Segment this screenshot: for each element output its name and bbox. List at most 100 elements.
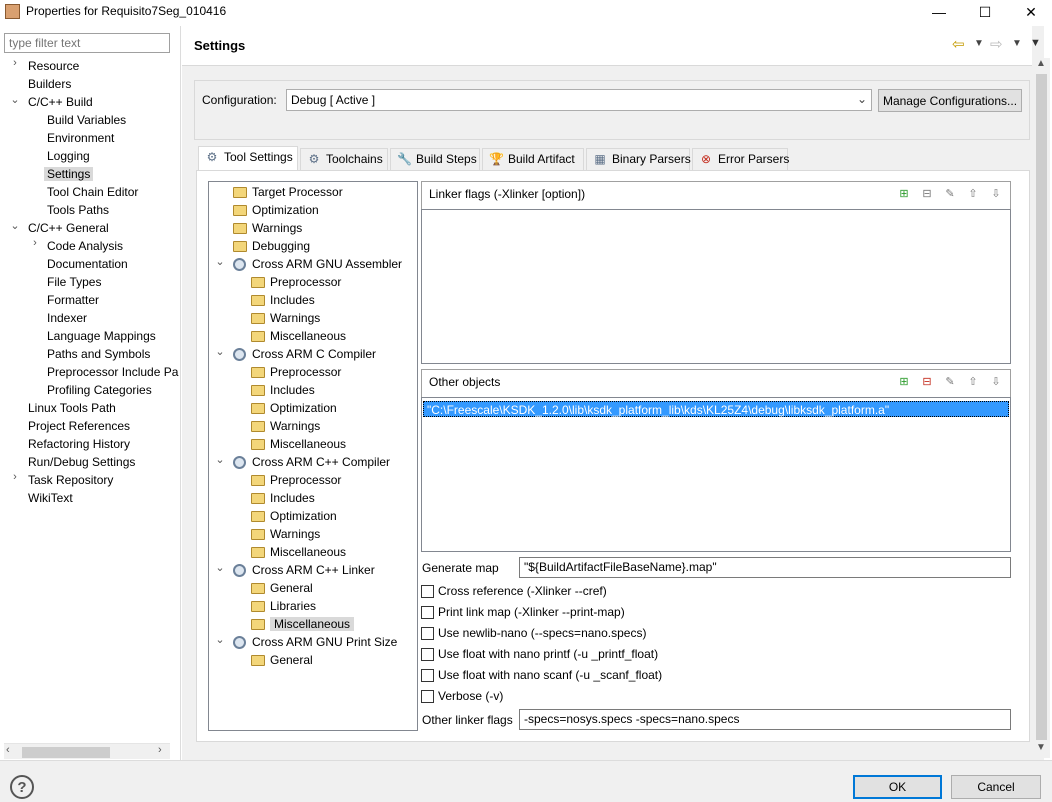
view-menu-icon[interactable]: ▼: [1030, 37, 1041, 49]
tree-item-includes[interactable]: Includes: [251, 381, 315, 399]
tree-item-includes[interactable]: Includes: [251, 291, 315, 309]
nav-item-indexer[interactable]: Indexer: [47, 309, 87, 327]
tab-error-parsers[interactable]: ⊗ Error Parsers: [692, 148, 789, 170]
forward-dropdown-icon[interactable]: ▼: [1012, 38, 1022, 49]
back-dropdown-icon[interactable]: ▼: [974, 38, 984, 49]
tree-item-cross-arm-c-compiler[interactable]: Cross ARM C Compiler: [233, 345, 376, 363]
chevron-down-icon[interactable]: ⌄: [215, 345, 225, 363]
tree-item-preprocessor[interactable]: Preprocessor: [251, 273, 341, 291]
tree-item-optimization[interactable]: Optimization: [233, 201, 319, 219]
tree-item-warnings[interactable]: Warnings: [251, 309, 320, 327]
nav-item-code-analysis[interactable]: Code Analysis: [47, 237, 123, 255]
nav-item-settings[interactable]: Settings: [44, 165, 94, 183]
tab-build-steps[interactable]: 🔧 Build Steps: [390, 148, 480, 170]
tree-item-warnings[interactable]: Warnings: [251, 525, 320, 543]
tree-item-cross-arm-c-linker[interactable]: Cross ARM C++ Linker: [233, 561, 375, 579]
maximize-button[interactable]: ☐: [962, 0, 1008, 24]
tree-item-preprocessor[interactable]: Preprocessor: [251, 363, 341, 381]
chevron-right-icon[interactable]: ›: [10, 57, 20, 75]
configuration-select[interactable]: Debug [ Active ] ⌄: [286, 89, 872, 111]
chevron-down-icon[interactable]: ⌄: [215, 453, 225, 471]
nav-item-builders[interactable]: Builders: [28, 75, 71, 93]
scroll-up-icon[interactable]: ▲: [1036, 58, 1046, 69]
move-up-icon[interactable]: ⇧: [965, 186, 981, 202]
tree-item-miscellaneous[interactable]: Miscellaneous: [251, 327, 346, 345]
cancel-button[interactable]: Cancel: [951, 775, 1041, 799]
forward-arrow-icon[interactable]: ⇨: [990, 35, 1003, 53]
chevron-down-icon[interactable]: ⌄: [10, 219, 20, 237]
nav-item-paths-and-symbols[interactable]: Paths and Symbols: [47, 345, 150, 363]
checkbox-box[interactable]: [421, 584, 434, 598]
other-objects-list[interactable]: "C:\Freescale\KSDK_1.2.0\lib\ksdk_platfo…: [421, 397, 1011, 552]
scroll-down-icon[interactable]: ▼: [1036, 742, 1046, 753]
option-checkbox[interactable]: Use float with nano printf (-u _printf_f…: [421, 645, 658, 663]
chevron-down-icon[interactable]: ⌄: [857, 92, 867, 106]
chevron-down-icon[interactable]: ⌄: [10, 93, 20, 111]
delete-icon[interactable]: ⊟: [919, 374, 935, 390]
nav-item-refactoring-history[interactable]: Refactoring History: [28, 435, 130, 453]
chevron-right-icon[interactable]: ›: [30, 237, 40, 255]
chevron-down-icon[interactable]: ⌄: [215, 561, 225, 579]
close-button[interactable]: ✕: [1008, 0, 1052, 24]
tree-item-cross-arm-c-compiler[interactable]: Cross ARM C++ Compiler: [233, 453, 390, 471]
tree-item-warnings[interactable]: Warnings: [233, 219, 302, 237]
nav-item-run-debug-settings[interactable]: Run/Debug Settings: [28, 453, 135, 471]
move-up-icon[interactable]: ⇧: [965, 374, 981, 390]
tree-item-miscellaneous[interactable]: Miscellaneous: [251, 615, 355, 633]
nav-item-project-references[interactable]: Project References: [28, 417, 130, 435]
scrollbar-thumb[interactable]: [22, 747, 110, 758]
linker-flags-list[interactable]: [421, 209, 1011, 364]
nav-item-environment[interactable]: Environment: [47, 129, 114, 147]
nav-item-formatter[interactable]: Formatter: [47, 291, 99, 309]
other-linker-flags-field[interactable]: -specs=nosys.specs -specs=nano.specs: [519, 709, 1011, 730]
nav-item-resource[interactable]: Resource: [28, 57, 79, 75]
ok-button[interactable]: OK: [853, 775, 942, 799]
scrollbar-thumb[interactable]: [1036, 74, 1047, 740]
add-icon[interactable]: ⊞: [896, 186, 912, 202]
tree-item-warnings[interactable]: Warnings: [251, 417, 320, 435]
tab-binary-parsers[interactable]: ▦ Binary Parsers: [586, 148, 691, 170]
filter-input[interactable]: [4, 33, 170, 53]
tree-item-includes[interactable]: Includes: [251, 489, 315, 507]
chevron-down-icon[interactable]: ⌄: [215, 255, 225, 273]
nav-item-wikitext[interactable]: WikiText: [28, 489, 73, 507]
nav-item-build-variables[interactable]: Build Variables: [47, 111, 126, 129]
move-down-icon[interactable]: ⇩: [988, 186, 1004, 202]
nav-item-tool-chain-editor[interactable]: Tool Chain Editor: [47, 183, 138, 201]
tree-item-miscellaneous[interactable]: Miscellaneous: [251, 543, 346, 561]
scroll-left-icon[interactable]: ‹: [6, 744, 10, 756]
option-checkbox[interactable]: Cross reference (-Xlinker --cref): [421, 582, 607, 600]
tree-item-optimization[interactable]: Optimization: [251, 507, 337, 525]
nav-item-language-mappings[interactable]: Language Mappings: [47, 327, 156, 345]
checkbox-box[interactable]: [421, 668, 434, 682]
nav-item-documentation[interactable]: Documentation: [47, 255, 128, 273]
option-checkbox[interactable]: Verbose (-v): [421, 687, 503, 705]
nav-item-preprocessor-include-pa[interactable]: Preprocessor Include Pa: [47, 363, 178, 381]
delete-icon[interactable]: ⊟: [919, 186, 935, 202]
tree-item-libraries[interactable]: Libraries: [251, 597, 316, 615]
tree-item-preprocessor[interactable]: Preprocessor: [251, 471, 341, 489]
tree-item-cross-arm-gnu-assembler[interactable]: Cross ARM GNU Assembler: [233, 255, 402, 273]
help-icon[interactable]: ?: [10, 775, 34, 799]
generate-map-field[interactable]: "${BuildArtifactFileBaseName}.map": [519, 557, 1011, 578]
tab-build-artifact[interactable]: 🏆 Build Artifact: [482, 148, 584, 170]
nav-item-file-types[interactable]: File Types: [47, 273, 101, 291]
chevron-down-icon[interactable]: ⌄: [215, 633, 225, 651]
nav-item-task-repository[interactable]: Task Repository: [28, 471, 113, 489]
nav-item-linux-tools-path[interactable]: Linux Tools Path: [28, 399, 116, 417]
checkbox-box[interactable]: [421, 647, 434, 661]
checkbox-box[interactable]: [421, 689, 434, 703]
list-item[interactable]: "C:\Freescale\KSDK_1.2.0\lib\ksdk_platfo…: [423, 401, 1009, 417]
nav-item-c-c-general[interactable]: C/C++ General: [28, 219, 109, 237]
tab-tool-settings[interactable]: ⚙ Tool Settings: [198, 146, 298, 170]
edit-icon[interactable]: ✎: [942, 186, 958, 202]
tree-item-optimization[interactable]: Optimization: [251, 399, 337, 417]
tree-item-target-processor[interactable]: Target Processor: [233, 183, 343, 201]
nav-item-c-c-build[interactable]: C/C++ Build: [28, 93, 93, 111]
move-down-icon[interactable]: ⇩: [988, 374, 1004, 390]
tree-item-general[interactable]: General: [251, 579, 313, 597]
tree-item-miscellaneous[interactable]: Miscellaneous: [251, 435, 346, 453]
option-checkbox[interactable]: Use float with nano scanf (-u _scanf_flo…: [421, 666, 662, 684]
add-icon[interactable]: ⊞: [896, 374, 912, 390]
nav-item-tools-paths[interactable]: Tools Paths: [47, 201, 109, 219]
